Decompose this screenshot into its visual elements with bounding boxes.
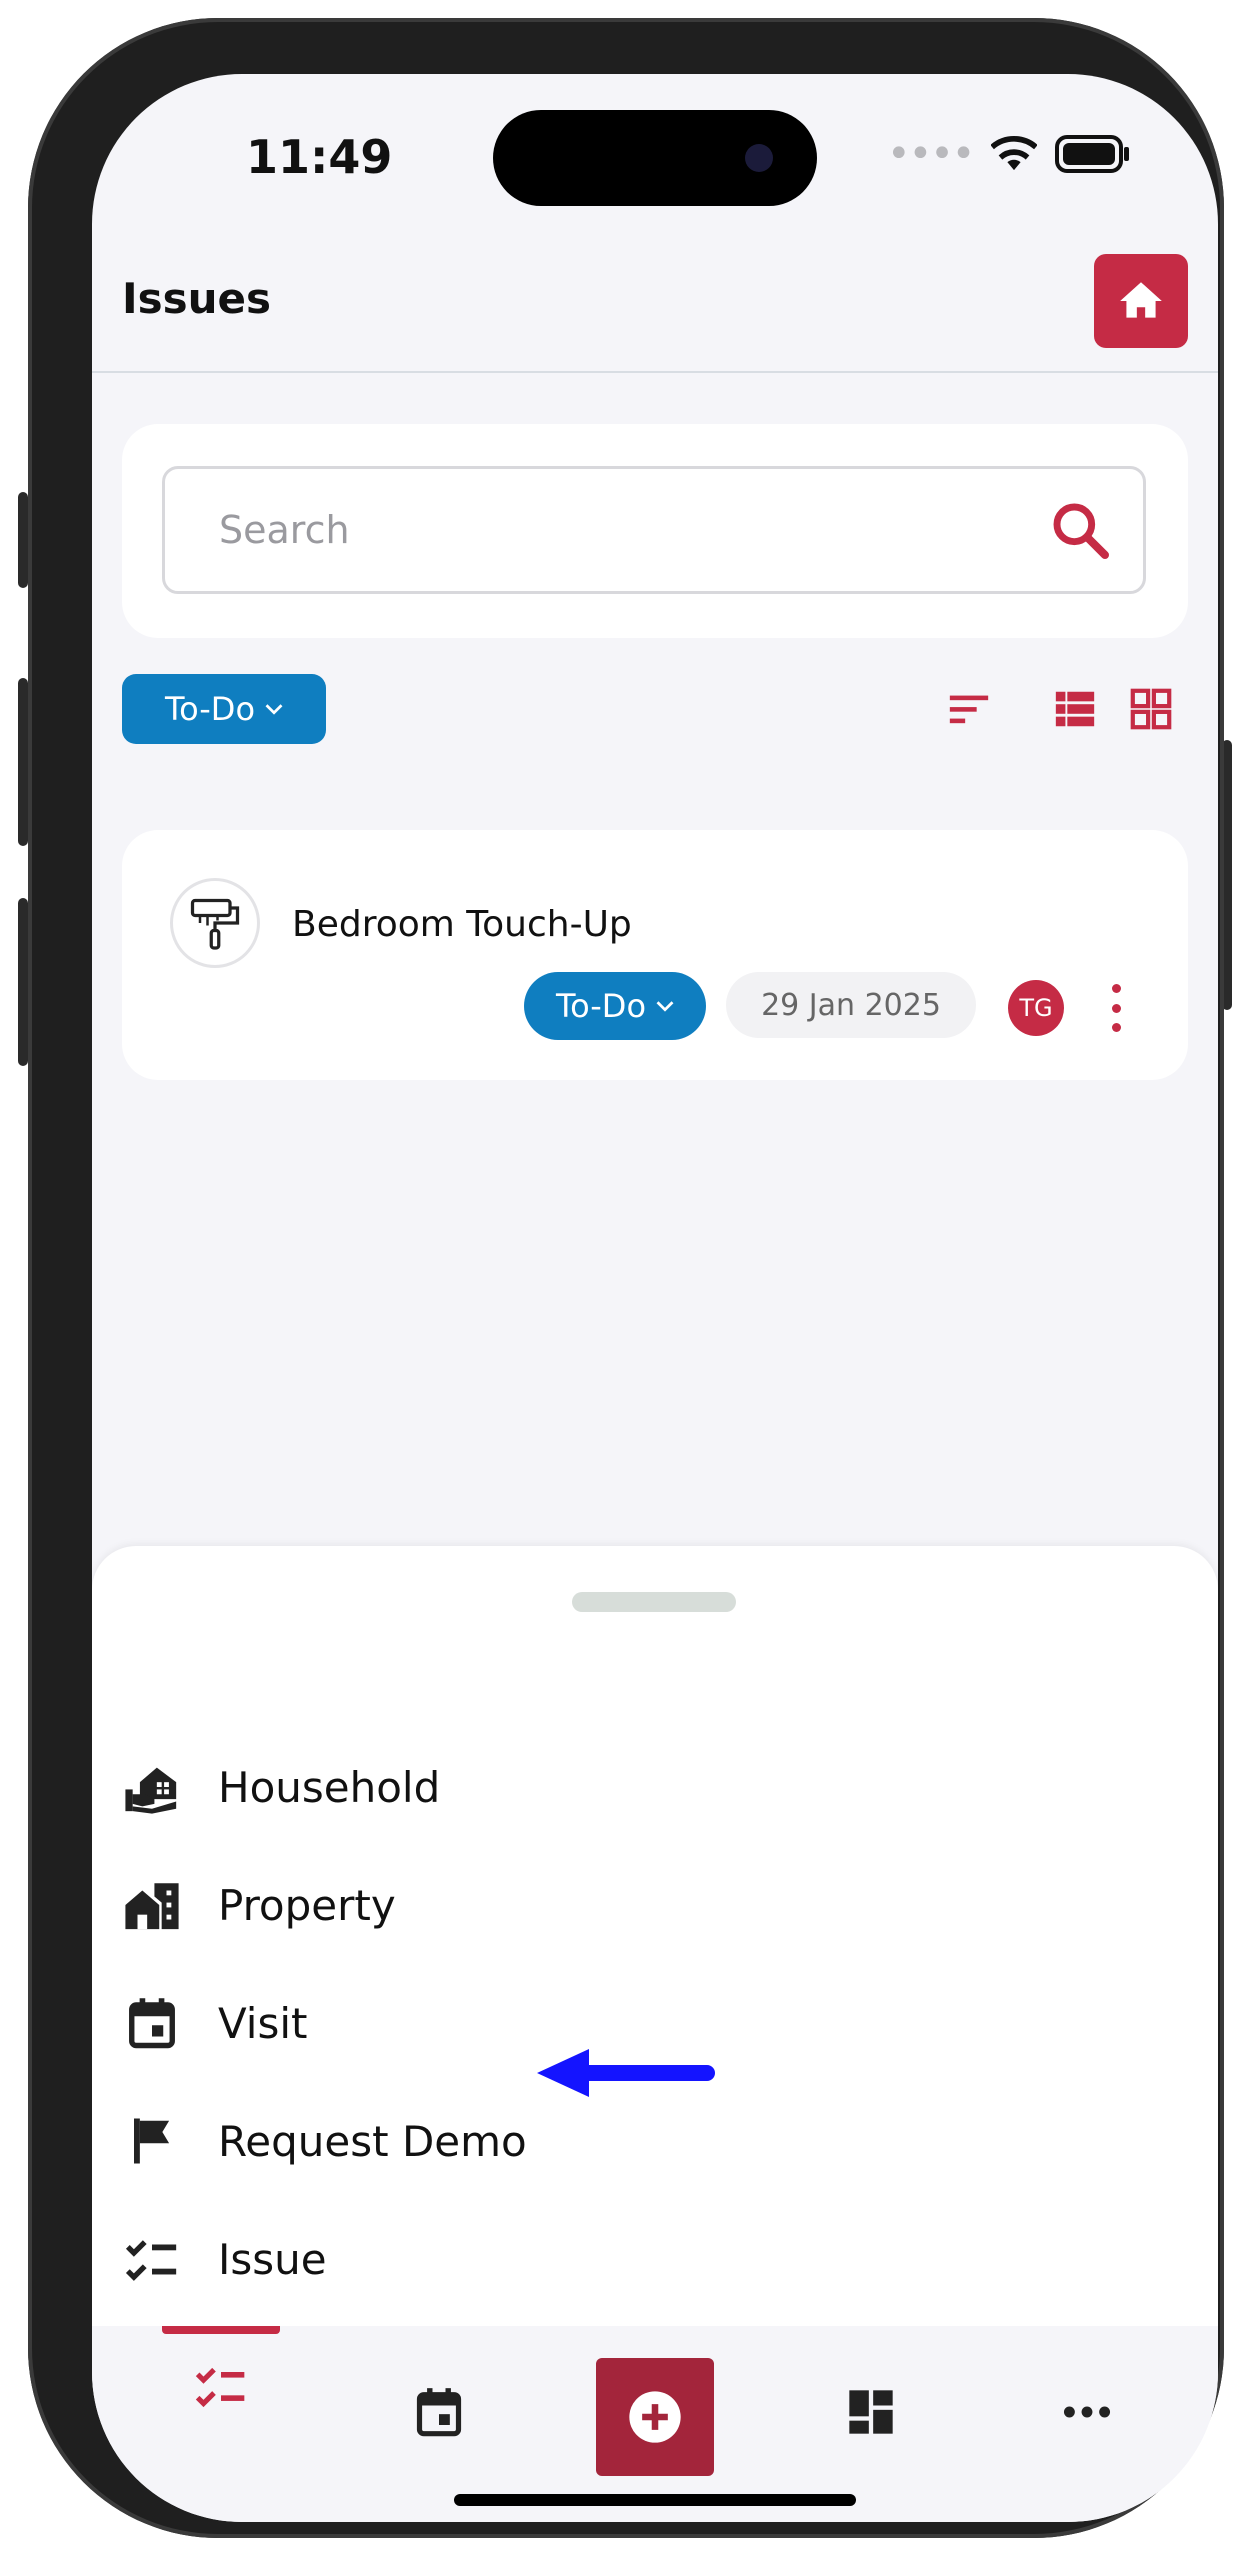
menu-item-label: Request Demo [218, 2116, 527, 2166]
signal-dots-icon: •••• [887, 131, 975, 177]
home-icon [1120, 282, 1162, 318]
header-divider [92, 371, 1218, 373]
menu-item-request-demo[interactable]: Request Demo [92, 2096, 1218, 2186]
chevron-down-icon [265, 704, 283, 715]
status-filter-dropdown[interactable]: To-Do [122, 674, 326, 744]
phone-frame: 11:49 •••• Issues To-Do [28, 18, 1224, 2538]
bottom-navigation [92, 2326, 1218, 2522]
menu-item-property[interactable]: Property [92, 1860, 1218, 1950]
menu-item-issue[interactable]: Issue [92, 2214, 1218, 2304]
flag-icon [122, 2111, 182, 2171]
issue-category-avatar [170, 878, 260, 968]
wifi-icon [991, 136, 1038, 171]
menu-item-label: Household [218, 1762, 441, 1812]
grid-view-icon[interactable] [1128, 686, 1174, 732]
calendar-icon [122, 1993, 182, 2053]
chevron-down-icon [656, 1001, 674, 1012]
more-options-icon[interactable] [1106, 978, 1126, 1038]
dashboard-icon [849, 2390, 893, 2434]
home-button[interactable] [1094, 254, 1188, 348]
more-horizontal-icon [1063, 2406, 1111, 2418]
household-icon [122, 1757, 182, 1817]
sheet-grabber[interactable] [572, 1592, 736, 1612]
status-time: 11:49 [246, 130, 393, 184]
search-icon[interactable] [1049, 499, 1113, 563]
nav-issues-tab[interactable] [156, 2326, 286, 2446]
dynamic-island [493, 110, 817, 206]
menu-item-label: Property [218, 1880, 396, 1930]
nav-calendar-tab[interactable] [374, 2352, 504, 2472]
status-indicators: •••• [887, 134, 1131, 174]
search-box [162, 466, 1146, 594]
battery-icon [1055, 135, 1130, 173]
status-filter-label: To-Do [164, 690, 256, 728]
menu-item-label: Visit [218, 1998, 308, 2048]
paint-roller-icon [190, 898, 240, 950]
issue-card[interactable]: Bedroom Touch-Up To-Do 29 Jan 2025 TG [122, 830, 1188, 1080]
menu-item-household[interactable]: Household [92, 1742, 1218, 1832]
create-menu-sheet: Household Property Visit Request Demo Is… [92, 1546, 1218, 2326]
sort-icon[interactable] [946, 686, 992, 732]
page-title: Issues [122, 274, 272, 323]
home-indicator[interactable] [454, 2494, 856, 2506]
add-button[interactable] [596, 2358, 714, 2476]
issue-date-badge: 29 Jan 2025 [726, 972, 976, 1038]
nav-dashboard-tab[interactable] [806, 2352, 936, 2472]
annotation-arrow-icon [537, 2049, 715, 2097]
list-view-icon[interactable] [1052, 686, 1098, 732]
app-screen: 11:49 •••• Issues To-Do [92, 74, 1218, 2522]
issue-title: Bedroom Touch-Up [292, 904, 632, 945]
nav-more-tab[interactable] [1022, 2352, 1152, 2472]
issue-status-dropdown[interactable]: To-Do [524, 972, 706, 1040]
search-input[interactable] [217, 507, 1021, 553]
issue-status-label: To-Do [555, 987, 647, 1025]
add-circle-icon [629, 2391, 681, 2443]
calendar-icon [416, 2388, 462, 2437]
checklist-icon [195, 2367, 245, 2408]
checklist-icon [122, 2229, 182, 2289]
search-card [122, 424, 1188, 638]
assignee-avatar[interactable]: TG [1008, 980, 1064, 1036]
menu-item-label: Issue [218, 2234, 327, 2284]
property-icon [122, 1875, 182, 1935]
